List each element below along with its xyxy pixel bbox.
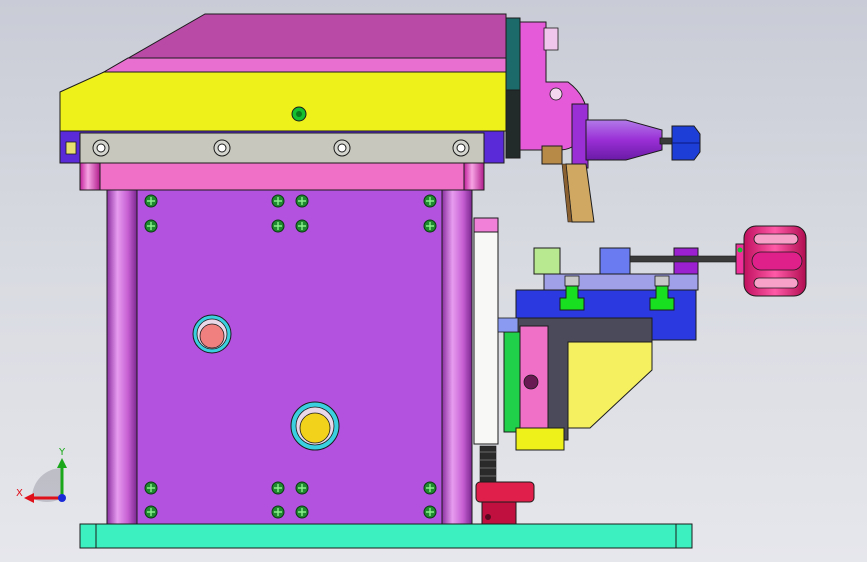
clamp-assembly — [497, 247, 739, 451]
yellow-block — [59, 71, 507, 132]
base-plate — [79, 523, 693, 549]
cad-viewport[interactable]: Y X — [0, 0, 867, 562]
screw-icon — [295, 194, 309, 208]
fixture-assembly-drawing: Y X — [16, 13, 807, 549]
main-panel — [135, 188, 447, 525]
screw-icon — [213, 139, 231, 157]
screw-icon — [452, 139, 470, 157]
grey-guide-plate — [59, 130, 505, 164]
top-head — [102, 13, 507, 73]
screw-icon — [333, 139, 351, 157]
bushing-left — [192, 314, 232, 354]
screw-icon — [271, 505, 285, 519]
drill-spindle — [571, 103, 701, 169]
screw-icon — [423, 219, 437, 233]
screw-icon — [144, 219, 158, 233]
screw-icon — [423, 505, 437, 519]
coordinate-triad[interactable]: Y X — [16, 447, 67, 503]
lower-screw — [479, 445, 497, 487]
screw-icon — [144, 505, 158, 519]
right-column — [441, 188, 473, 525]
screw-icon — [295, 481, 309, 495]
head-flange — [505, 17, 521, 159]
bushing-center — [290, 401, 340, 451]
y-axis-label: Y — [58, 447, 66, 458]
red-clamp-nut — [475, 481, 535, 525]
z-axis-dot-icon — [58, 494, 66, 502]
screw-icon — [423, 481, 437, 495]
screw-icon — [423, 194, 437, 208]
screw-icon — [271, 194, 285, 208]
pink-mount-plate — [79, 162, 485, 191]
screw-icon — [295, 505, 309, 519]
left-column — [106, 188, 138, 525]
screw-icon — [271, 481, 285, 495]
x-axis-label: X — [16, 488, 23, 499]
screw-icon — [271, 219, 285, 233]
pink-adjust-knob — [735, 225, 807, 297]
screw-icon — [144, 481, 158, 495]
screw-icon — [295, 219, 309, 233]
screw-icon — [144, 194, 158, 208]
screw-icon — [92, 139, 110, 157]
vertical-guide — [473, 217, 499, 445]
